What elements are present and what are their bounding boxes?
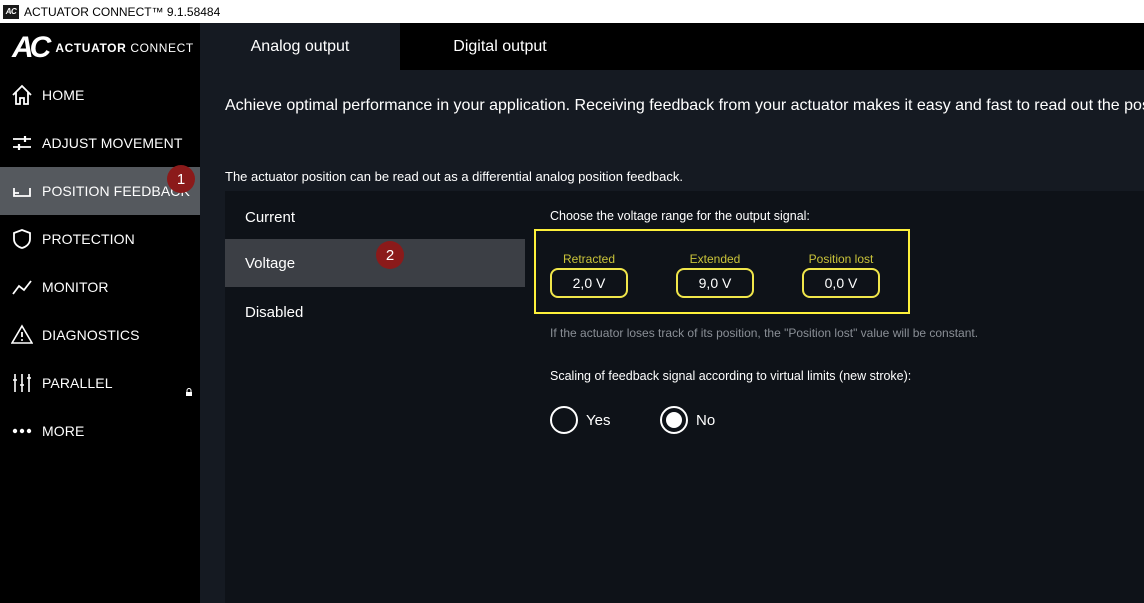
sidebar-item-more[interactable]: MORE: [0, 407, 200, 455]
step-badge-1: 1: [167, 165, 195, 193]
logo-word-light: CONNECT: [130, 41, 194, 55]
tab-digital-output[interactable]: Digital output: [400, 23, 600, 70]
option-disabled[interactable]: Disabled: [225, 288, 525, 336]
position-feedback-icon: [10, 179, 34, 203]
home-icon: [10, 83, 34, 107]
logo-wordmark: ACTUATOR CONNECT: [55, 41, 194, 55]
window-title-bar: AC ACTUATOR CONNECT™ 9.1.58484: [0, 0, 1144, 23]
radio-yes-circle[interactable]: [550, 406, 578, 434]
radio-yes-label: Yes: [586, 411, 611, 429]
scaling-heading: Scaling of feedback signal according to …: [550, 369, 912, 383]
radio-no[interactable]: No: [660, 406, 715, 434]
radio-no-circle[interactable]: [660, 406, 688, 434]
intro-text: Achieve optimal performance in your appl…: [225, 97, 1144, 114]
line-chart-icon: [10, 275, 34, 299]
logo-mark: AC: [12, 31, 51, 64]
position-lost-label: Position lost: [808, 252, 874, 266]
radio-selected-dot: [666, 412, 682, 428]
position-lost-voltage-input[interactable]: 0,0 V: [802, 268, 880, 298]
sidebar-item-protection[interactable]: PROTECTION: [0, 215, 200, 263]
lock-icon: [186, 388, 192, 396]
option-current[interactable]: Current: [225, 193, 525, 241]
tab-analog-output[interactable]: Analog output: [200, 23, 400, 70]
adjust-sliders-icon: [10, 131, 34, 155]
radio-no-label: No: [696, 411, 716, 429]
tab-bar: Analog output Digital output: [200, 23, 1144, 70]
subintro-text: The actuator position can be read out as…: [225, 169, 683, 184]
retracted-group: Retracted 2,0 V: [550, 252, 628, 298]
app-logo: AC ACTUATOR CONNECT: [12, 33, 194, 63]
extended-label: Extended: [689, 252, 741, 266]
app-logo-icon: AC: [3, 4, 19, 19]
extended-voltage-input[interactable]: 9,0 V: [676, 268, 754, 298]
sidebar-item-label: PROTECTION: [42, 231, 135, 247]
step-badge-2: 2: [376, 241, 404, 269]
retracted-label: Retracted: [562, 252, 616, 266]
voltage-heading: Choose the voltage range for the output …: [550, 209, 810, 223]
sidebar-item-label: ADJUST MOVEMENT: [42, 135, 183, 151]
sidebar-item-label: PARALLEL: [42, 375, 113, 391]
sidebar-item-monitor[interactable]: MONITOR: [0, 263, 200, 311]
sidebar-item-parallel[interactable]: PARALLEL: [0, 359, 200, 407]
sidebar: AC ACTUATOR CONNECT HOME ADJUST MOVEMENT…: [0, 23, 200, 603]
logo-word-bold: ACTUATOR: [55, 41, 127, 55]
sidebar-item-label: MORE: [42, 423, 85, 439]
sidebar-item-adjust-movement[interactable]: ADJUST MOVEMENT: [0, 119, 200, 167]
position-lost-group: Position lost 0,0 V: [802, 252, 880, 298]
option-voltage[interactable]: Voltage: [225, 239, 525, 287]
extended-group: Extended 9,0 V: [676, 252, 754, 298]
position-lost-note: If the actuator loses track of its posit…: [550, 326, 979, 340]
radio-yes[interactable]: Yes: [550, 406, 610, 434]
retracted-voltage-input[interactable]: 2,0 V: [550, 268, 628, 298]
shield-icon: [10, 227, 34, 251]
parallel-icon: [10, 371, 34, 395]
sidebar-item-label: MONITOR: [42, 279, 109, 295]
sidebar-item-diagnostics[interactable]: DIAGNOSTICS: [0, 311, 200, 359]
window-title: ACTUATOR CONNECT™ 9.1.58484: [24, 4, 221, 19]
more-dots-icon: [10, 419, 34, 443]
sidebar-item-label: DIAGNOSTICS: [42, 327, 140, 343]
sidebar-item-home[interactable]: HOME: [0, 71, 200, 119]
sidebar-item-label: HOME: [42, 87, 85, 103]
warning-triangle-icon: [10, 323, 34, 347]
